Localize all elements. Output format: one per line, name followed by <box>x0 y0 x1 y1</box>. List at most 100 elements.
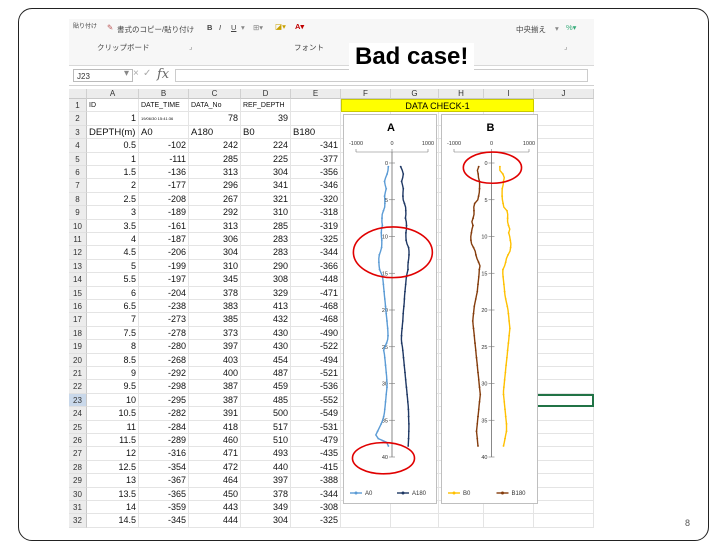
cell-d[interactable]: 39 <box>241 112 291 126</box>
row-header[interactable]: 22 <box>69 380 87 394</box>
cell-a[interactable]: 3.5 <box>87 219 139 233</box>
cell-c[interactable]: 387 <box>189 380 241 394</box>
cell-b[interactable]: -298 <box>139 380 189 394</box>
row-header[interactable]: 28 <box>69 460 87 475</box>
column-header-j[interactable]: J <box>534 89 594 99</box>
cell-empty[interactable] <box>534 353 594 367</box>
cell-c[interactable]: 267 <box>189 192 241 207</box>
chart-a[interactable]: A -1000 0 1000 0 5 10 15 20 25 30 35 40 A0 A180 <box>343 114 437 505</box>
cell-b[interactable]: -177 <box>139 179 189 193</box>
cell-b[interactable]: -316 <box>139 447 189 461</box>
cell-e[interactable]: -356 <box>291 166 341 180</box>
italic-button[interactable]: I <box>219 23 221 32</box>
cell-d[interactable]: 310 <box>241 206 291 220</box>
cell-empty[interactable] <box>534 259 594 274</box>
cell-e[interactable]: -415 <box>291 460 341 475</box>
cell-empty[interactable] <box>534 179 594 193</box>
cell-empty[interactable] <box>534 152 594 166</box>
cell-e[interactable]: -308 <box>291 501 341 515</box>
cell-b[interactable]: -284 <box>139 420 189 434</box>
cell-e[interactable]: -325 <box>291 233 341 247</box>
cell-e[interactable] <box>291 112 341 126</box>
cell-empty[interactable] <box>534 367 594 381</box>
border-icon[interactable]: ⊞▾ <box>253 23 263 32</box>
cell-empty[interactable] <box>534 434 594 448</box>
cell-d[interactable]: 430 <box>241 340 291 354</box>
cell-a[interactable]: 8.5 <box>87 353 139 367</box>
column-header-d[interactable]: D <box>241 89 291 99</box>
cancel-icon[interactable]: × <box>133 68 139 79</box>
cell-b[interactable]: DATE_TIME <box>139 99 189 113</box>
cell-a[interactable]: 13 <box>87 474 139 488</box>
column-header-g[interactable]: G <box>391 89 439 99</box>
cell-empty[interactable] <box>534 313 594 327</box>
cell-e[interactable]: -448 <box>291 273 341 287</box>
cell-a[interactable]: 11.5 <box>87 434 139 448</box>
row-header[interactable]: 19 <box>69 340 87 354</box>
cell-d[interactable]: 454 <box>241 353 291 367</box>
cell-c[interactable]: 345 <box>189 273 241 287</box>
cell-e[interactable]: -341 <box>291 139 341 153</box>
cell-c[interactable]: 460 <box>189 434 241 448</box>
select-all-corner[interactable] <box>69 89 87 99</box>
cell-e[interactable]: B180 <box>291 125 341 140</box>
cell-b[interactable]: -280 <box>139 340 189 354</box>
cell-a[interactable]: 6 <box>87 286 139 300</box>
cell-empty[interactable] <box>439 514 484 528</box>
cell-a[interactable]: 7.5 <box>87 326 139 341</box>
cell-d[interactable]: 413 <box>241 300 291 314</box>
cell-c[interactable]: 292 <box>189 206 241 220</box>
cell-empty[interactable] <box>534 420 594 434</box>
cell-a[interactable]: 14.5 <box>87 514 139 528</box>
paste-button[interactable]: 貼り付け <box>73 21 97 30</box>
row-header[interactable]: 24 <box>69 407 87 421</box>
cell-empty[interactable] <box>534 139 594 153</box>
cell-e[interactable]: -471 <box>291 286 341 300</box>
row-header[interactable]: 29 <box>69 474 87 488</box>
cell-a[interactable]: 5 <box>87 259 139 274</box>
cell-d[interactable]: 430 <box>241 326 291 341</box>
cell-a[interactable]: 7 <box>87 313 139 327</box>
cell-d[interactable]: 341 <box>241 179 291 193</box>
cell-a[interactable]: 10 <box>87 393 139 408</box>
cell-d[interactable]: 440 <box>241 460 291 475</box>
row-header[interactable]: 6 <box>69 166 87 180</box>
cell-d[interactable]: 283 <box>241 246 291 260</box>
cell-e[interactable]: -531 <box>291 420 341 434</box>
cell-b[interactable]: -278 <box>139 326 189 341</box>
cell-a[interactable]: 5.5 <box>87 273 139 287</box>
cell-c[interactable]: 387 <box>189 393 241 408</box>
cell-empty[interactable] <box>534 99 594 113</box>
cell-b[interactable]: -238 <box>139 300 189 314</box>
cell-c[interactable]: 285 <box>189 152 241 166</box>
row-header[interactable]: 9 <box>69 206 87 220</box>
row-header[interactable]: 2 <box>69 112 87 126</box>
cell-a[interactable]: 0.5 <box>87 139 139 153</box>
cell-c[interactable]: 78 <box>189 112 241 126</box>
selected-cell-j23[interactable] <box>534 393 594 408</box>
cell-empty[interactable] <box>534 300 594 314</box>
cell-a[interactable]: 2.5 <box>87 192 139 207</box>
cell-e[interactable]: -344 <box>291 487 341 501</box>
cell-d[interactable]: 500 <box>241 407 291 421</box>
cell-c[interactable]: 296 <box>189 179 241 193</box>
cell-empty[interactable] <box>534 514 594 528</box>
cell-b[interactable]: -187 <box>139 233 189 247</box>
cell-c[interactable]: 310 <box>189 259 241 274</box>
cell-a[interactable]: 2 <box>87 179 139 193</box>
cell-d[interactable]: 225 <box>241 152 291 166</box>
cell-a[interactable]: 13.5 <box>87 487 139 501</box>
cell-a[interactable]: 6.5 <box>87 300 139 314</box>
row-header[interactable]: 31 <box>69 501 87 515</box>
cell-d[interactable]: 304 <box>241 166 291 180</box>
cell-b[interactable]: -204 <box>139 286 189 300</box>
cell-empty[interactable] <box>534 206 594 220</box>
cell-e[interactable]: -377 <box>291 152 341 166</box>
cell-e[interactable]: -319 <box>291 219 341 233</box>
confirm-icon[interactable]: ✓ <box>143 68 151 79</box>
cell-c[interactable]: 383 <box>189 300 241 314</box>
cell-d[interactable]: 510 <box>241 434 291 448</box>
cell-a[interactable]: DEPTH(m) <box>87 125 139 140</box>
cell-b[interactable]: -197 <box>139 273 189 287</box>
cell-d[interactable]: 283 <box>241 233 291 247</box>
